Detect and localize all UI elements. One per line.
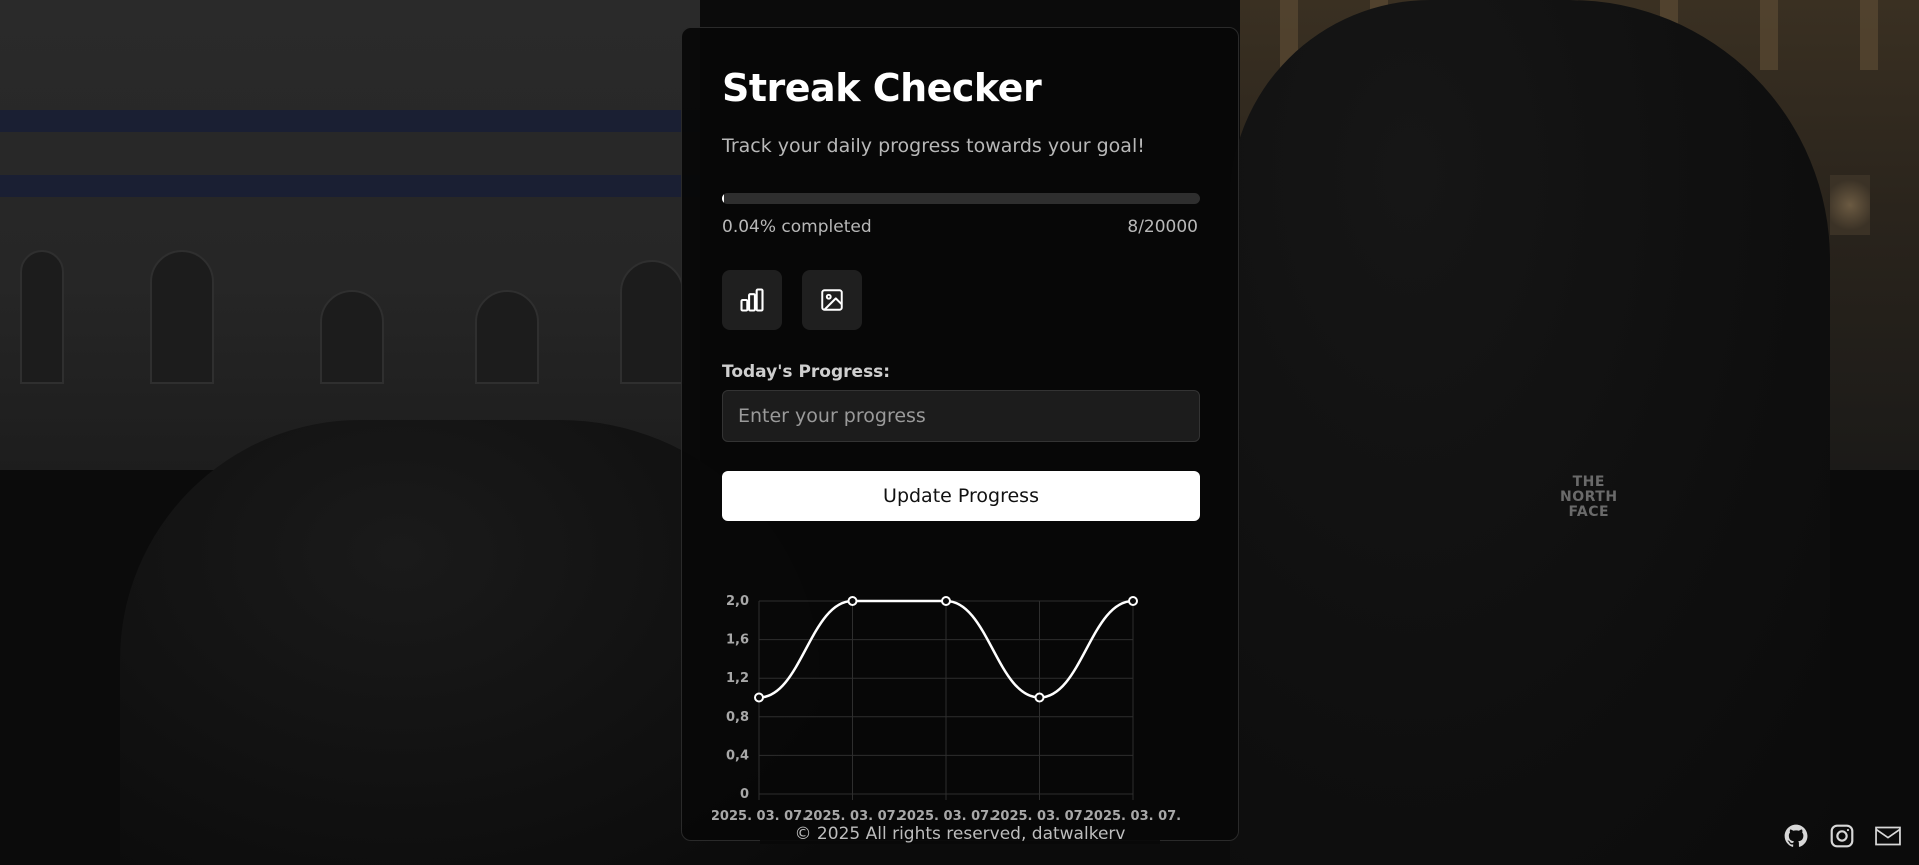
progress-chart: 00,40,81,21,62,02025. 03. 07.2025. 03. 0… — [712, 594, 1181, 824]
image-button[interactable] — [802, 270, 862, 330]
background-window — [20, 250, 64, 384]
background-building — [0, 0, 700, 470]
background-window — [475, 290, 539, 384]
streak-card: Streak Checker Track your daily progress… — [681, 27, 1239, 841]
github-link[interactable] — [1782, 822, 1810, 850]
bar-chart-icon — [740, 288, 764, 312]
progress-bar-fill — [722, 193, 724, 204]
chart-data-point — [847, 596, 858, 606]
chart-data-point — [1034, 692, 1045, 703]
chart-ytick-label: 1,6 — [726, 633, 749, 648]
background-person: THE NORTH FACE — [1230, 0, 1830, 865]
chart-ytick-label: 0,8 — [726, 710, 749, 725]
background-window — [320, 290, 384, 384]
chart-data-point — [754, 692, 764, 703]
page-subtitle: Track your daily progress towards your g… — [722, 135, 1145, 157]
chart-ytick-label: 0 — [740, 787, 749, 802]
background-column — [1760, 0, 1778, 70]
update-progress-button[interactable]: Update Progress — [722, 471, 1200, 521]
background-window — [150, 250, 214, 384]
background-window — [620, 260, 684, 384]
progress-bar — [722, 193, 1200, 204]
chart-ytick-label: 2,0 — [726, 594, 749, 609]
mail-icon — [1875, 826, 1901, 846]
chart-data-point — [941, 596, 951, 606]
instagram-link[interactable] — [1828, 822, 1856, 850]
chart-xtick-label: 2025. 03. 07. — [898, 809, 994, 824]
mail-link[interactable] — [1874, 822, 1902, 850]
progress-percent: 0.04% completed — [722, 217, 872, 237]
chart-xtick-label: 2025. 03. 07. — [712, 809, 807, 824]
chart-xtick-label: 2025. 03. 07. — [804, 809, 900, 824]
progress-count: 8/20000 — [1127, 217, 1198, 237]
stats-button[interactable] — [722, 270, 782, 330]
chart-xtick-label: 2025. 03. 07. — [991, 809, 1087, 824]
chart-ytick-label: 0,4 — [726, 748, 749, 763]
progress-input-label: Today's Progress: — [722, 362, 891, 382]
background-lamp — [1830, 175, 1870, 235]
github-icon — [1784, 824, 1808, 847]
background-stripe — [0, 175, 700, 197]
background-stripe — [0, 110, 700, 132]
chart-data-point — [1128, 596, 1138, 606]
background-brand-logo: THE NORTH FACE — [1560, 474, 1618, 520]
chart-ytick-label: 1,2 — [726, 671, 749, 686]
instagram-icon — [1830, 824, 1854, 848]
chart-xtick-label: 2025. 03. 07. — [1085, 809, 1181, 824]
progress-input[interactable] — [722, 390, 1200, 442]
footer-copyright: © 2025 All rights reserved, datwalkerv — [760, 824, 1160, 844]
background-column — [1860, 0, 1878, 70]
image-icon — [821, 289, 843, 311]
page-title: Streak Checker — [722, 66, 1042, 110]
